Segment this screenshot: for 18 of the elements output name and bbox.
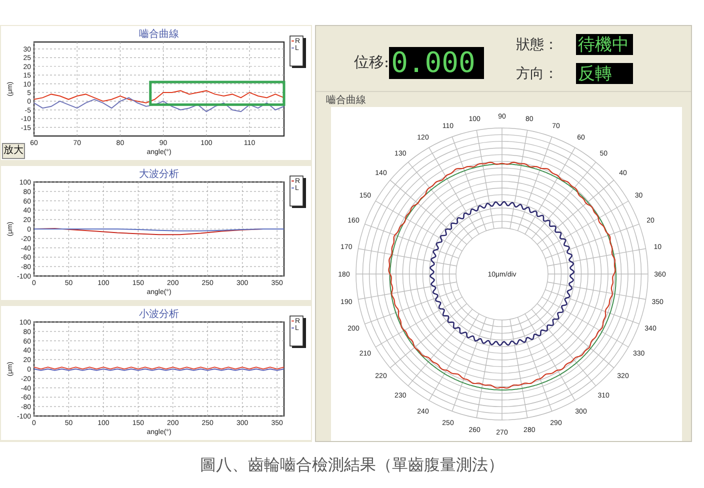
status-label: 狀態： <box>516 34 560 54</box>
legend-box <box>290 316 304 346</box>
legend-box <box>290 36 304 66</box>
chart-title: 大波分析 <box>139 169 179 180</box>
legend-box <box>290 176 304 206</box>
displacement-display: 0.000 <box>389 46 484 78</box>
legend-marker <box>291 180 294 182</box>
zoom-button[interactable]: 放大 <box>2 143 25 159</box>
chart-title: 小波分析 <box>139 309 179 320</box>
chart-title: 嚙合曲線 <box>139 29 179 40</box>
legend-marker <box>291 40 294 42</box>
legend-marker <box>291 320 294 322</box>
direction-label: 方向： <box>516 64 560 82</box>
direction-display: 反轉 <box>576 62 634 84</box>
displacement-label: 位移: <box>354 52 390 74</box>
figure-caption: 圖八、齒輪嚙合檢測結果（單齒腹量測法） <box>200 456 504 476</box>
group-label: 嚙合曲線 <box>326 96 366 106</box>
status-display: 待機中 <box>576 34 634 54</box>
